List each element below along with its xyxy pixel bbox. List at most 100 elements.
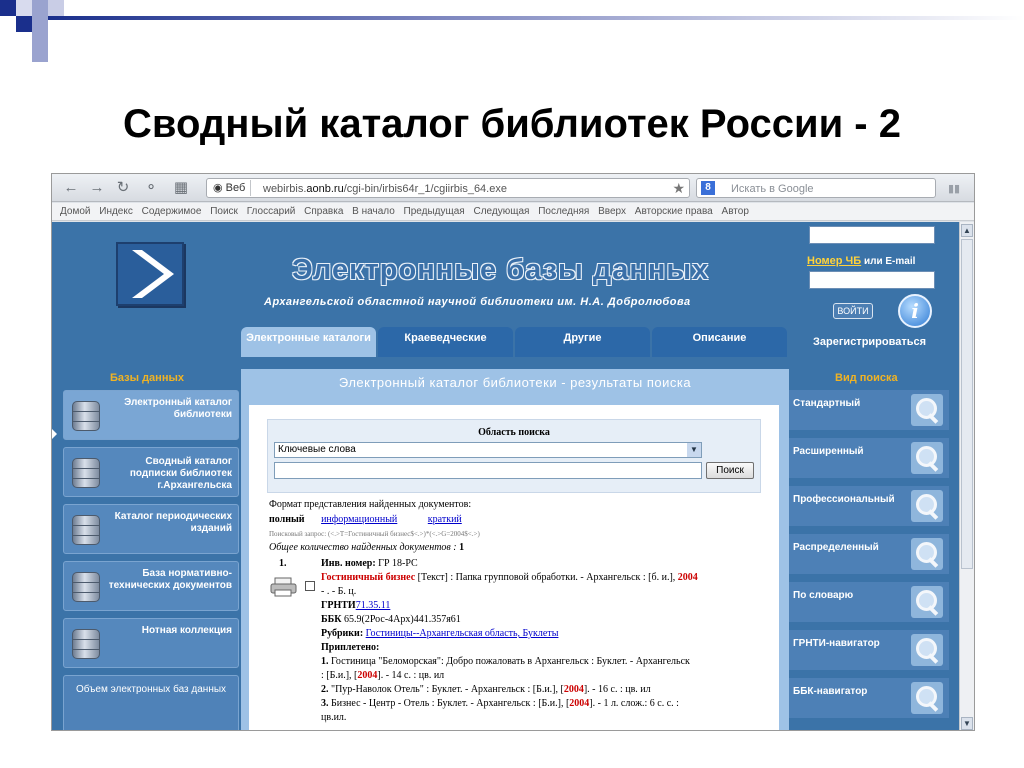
tab-other[interactable]: Другие [515,327,650,357]
results-content: Область поиска Ключевые слова ▼ Поиск Фор… [249,405,779,730]
register-link[interactable]: Зарегистрироваться [813,336,926,348]
inv-value: ГР 18-РС [378,558,418,569]
search-input[interactable] [274,462,702,479]
reload-icon[interactable]: ↻ [114,179,132,197]
attached-item-cont: цв.ил. [321,712,347,723]
search-type-item[interactable]: Расширенный [789,438,949,482]
url-text[interactable]: webirbis.aonb.ru/cgi-bin/irbis64r_1/cgii… [263,181,507,197]
scroll-down-icon[interactable]: ▼ [961,717,973,730]
forward-icon[interactable]: → [88,179,106,197]
bookmark-star-icon[interactable]: ★ [672,180,685,196]
search-button[interactable]: Поиск [706,462,754,479]
key-icon[interactable]: ⚬ [142,179,160,197]
printer-icon[interactable] [269,577,299,597]
login-top-field[interactable] [809,226,935,244]
address-bar[interactable]: ◉ Веб webirbis.aonb.ru/cgi-bin/irbis64r_… [206,178,690,198]
library-logo[interactable] [116,242,184,306]
info-icon[interactable]: i [898,294,932,328]
attached-text: Гостиница "Беломорская": Добро пожаловат… [331,656,690,667]
results-panel: Область поиска Ключевые слова ▼ Поиск Фор… [241,397,789,730]
database-item[interactable]: Нотная коллекция [63,618,239,668]
search-type-heading: Вид поиска [835,372,898,384]
linkbar-item[interactable]: Глоссарий [247,206,296,217]
site-icon: ◉ Веб [210,180,252,196]
browser-search-box[interactable]: 8 Искать в Google [696,178,936,198]
search-area: Область поиска Ключевые слова ▼ Поиск [267,419,761,493]
browser-window: ← → ↻ ⚬ ▦ ◉ Веб webirbis.aonb.ru/cgi-bin… [51,173,975,731]
search-type-item[interactable]: Стандартный [789,390,949,434]
total-label: Общее количество найденных документов [269,542,451,553]
back-icon[interactable]: ← [62,179,80,197]
tab-description[interactable]: Описание [652,327,787,357]
tab-local-history[interactable]: Краеведческие [378,327,513,357]
slide-title: Сводный каталог библиотек России - 2 [123,102,901,146]
rubrics-link[interactable]: Гостиницы--Архангельская область, Буклет… [366,628,559,639]
search-type-item[interactable]: ГРНТИ-навигатор [789,630,949,674]
reader-number-link[interactable]: Номер ЧБ [807,255,861,267]
search-type-item[interactable]: ББК-навигатор [789,678,949,722]
database-item[interactable]: Электронный каталог библиотеки [63,390,239,440]
scroll-up-icon[interactable]: ▲ [961,224,973,237]
film-icon[interactable]: ▦ [172,179,190,197]
chevron-logo-icon [132,250,174,298]
slide-decoration [32,0,48,32]
search-type-label: Расширенный [793,446,864,457]
linkbar-item[interactable]: Следующая [473,206,529,217]
database-icon [72,572,100,602]
attached-year: 2004 [569,698,590,709]
linkbar-item[interactable]: Индекс [99,206,133,217]
attached-year: 2004 [563,684,584,695]
record-checkbox[interactable] [305,581,315,591]
magnifier-icon [911,394,943,426]
tab-electronic-catalogs[interactable]: Электронные каталоги [241,327,376,357]
vertical-scrollbar[interactable]: ▲ ▼ [959,222,974,730]
slide-decoration [0,0,16,16]
magnifier-icon [911,442,943,474]
grnti-link[interactable]: 71.35.11 [356,600,391,611]
format-info-link[interactable]: информационный [321,514,397,525]
login-field[interactable] [809,271,935,289]
magnifier-icon [911,634,943,666]
linkbar-item[interactable]: Содержимое [142,206,202,217]
google-icon[interactable]: 8 [701,181,715,195]
attached-label: Приплетено: [321,642,379,653]
collapse-arrow-icon[interactable] [52,429,57,439]
search-type-label: Профессиональный [793,494,895,505]
linkbar-item[interactable]: Предыдущая [404,206,465,217]
database-item[interactable]: База нормативно-технических документов [63,561,239,611]
login-label: Номер ЧБ или E-mail [807,255,915,267]
format-full[interactable]: полный [269,514,305,525]
login-button[interactable]: ВОЙТИ [833,303,873,319]
linkbar-item[interactable]: Домой [60,206,90,217]
scroll-thumb[interactable] [961,239,973,569]
search-field-select[interactable]: Ключевые слова ▼ [274,442,702,458]
chevron-down-icon[interactable]: ▼ [687,443,701,457]
linkbar-item[interactable]: Вверх [598,206,626,217]
search-area-title: Область поиска [478,427,550,438]
search-type-item[interactable]: Распределенный [789,534,949,578]
database-icon [72,515,100,545]
database-item[interactable]: Каталог периодических изданий [63,504,239,554]
banner-subtitle: Архангельской областной научной библиоте… [264,296,691,308]
linkbar-item[interactable]: Последняя [538,206,589,217]
attached-text: ]. - 1 л. слож.: 6 с. с. : [589,698,679,709]
search-type-item[interactable]: По словарю [789,582,949,626]
database-item[interactable]: Сводный каталог подписки библиотек г.Арх… [63,447,239,497]
attached-item: 2. "Пур-Наволок Отель" : Буклет. - Архан… [321,684,651,695]
select-value: Ключевые слова [278,444,356,455]
attached-year: 2004 [357,670,378,681]
database-label: Каталог периодических изданий [114,511,232,534]
record-desc2: - . - Б. ц. [321,586,357,597]
linkbar-item[interactable]: В начало [352,206,395,217]
linkbar-item[interactable]: Авторские права [635,206,713,217]
magnifier-icon [911,538,943,570]
linkbar-item[interactable]: Справка [304,206,343,217]
search-type-item[interactable]: Профессиональный [789,486,949,530]
linkbar-item[interactable]: Автор [722,206,749,217]
results-heading: Электронный каталог библиотеки - результ… [241,369,789,397]
attached-text: Бизнес - Центр - Отель : Буклет. - Архан… [331,698,570,709]
attached-text: "Пур-Наволок Отель" : Буклет. - Архангел… [331,684,564,695]
magnifier-icon [911,682,943,714]
linkbar-item[interactable]: Поиск [210,206,238,217]
format-short-link[interactable]: краткий [428,514,462,525]
